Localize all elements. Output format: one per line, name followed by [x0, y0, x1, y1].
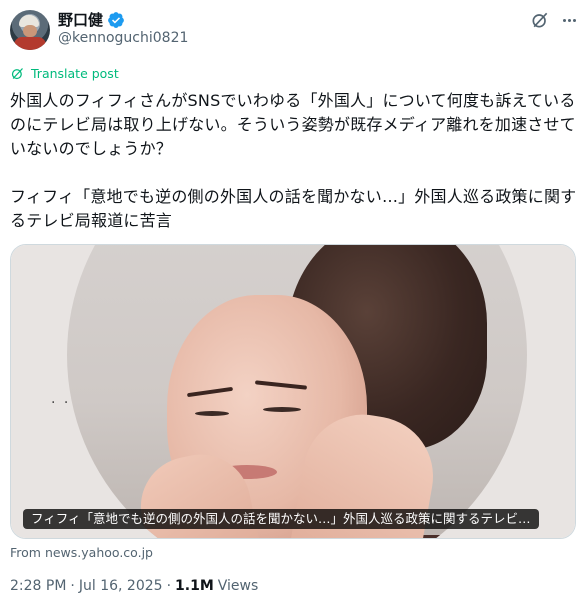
card-source[interactable]: From news.yahoo.co.jp — [10, 545, 153, 560]
translate-post-link[interactable]: Translate post — [10, 66, 119, 81]
post-meta: 2:28 PM · Jul 16, 2025 · 1.1M Views — [10, 578, 258, 594]
post-date[interactable]: Jul 16, 2025 — [79, 578, 163, 594]
translate-label[interactable]: Translate post — [31, 66, 119, 81]
verified-badge-icon — [108, 11, 124, 28]
meta-separator: · — [166, 578, 172, 594]
avatar[interactable] — [10, 10, 50, 50]
meta-separator: · — [70, 578, 75, 594]
translate-icon — [11, 68, 23, 80]
post-time[interactable]: 2:28 PM — [10, 578, 66, 594]
card-caption[interactable]: フィフィ「意地でも逆の側の外国人の話を聞かない…」外国人巡る政策に関するテレビ… — [23, 509, 539, 529]
post-text: 外国人のフィフィさんがSNSでいわゆる「外国人」について何度も訴えているのにテレ… — [10, 89, 578, 233]
card-image — [67, 245, 527, 538]
display-name[interactable]: 野口健 — [58, 9, 103, 30]
link-card[interactable]: · · · フィフィ「意地でも逆の側の外国人の話を聞かない…」外国人巡る政策に関… — [10, 244, 576, 539]
grok-icon[interactable] — [530, 10, 550, 30]
post-paragraph-1: 外国人のフィフィさんがSNSでいわゆる「外国人」について何度も訴えているのにテレ… — [10, 91, 576, 158]
post-paragraph-2: フィフィ「意地でも逆の側の外国人の話を聞かない…」外国人巡る政策に関するテレビ局… — [10, 187, 577, 230]
more-icon[interactable] — [559, 10, 579, 30]
views-count: 1.1M — [175, 578, 214, 594]
views-label: Views — [217, 578, 259, 594]
author-handle[interactable]: @kennoguchi0821 — [58, 30, 188, 46]
author-name-row: 野口健 — [58, 9, 125, 30]
post-header: 野口健 @kennoguchi0821 — [10, 8, 576, 52]
